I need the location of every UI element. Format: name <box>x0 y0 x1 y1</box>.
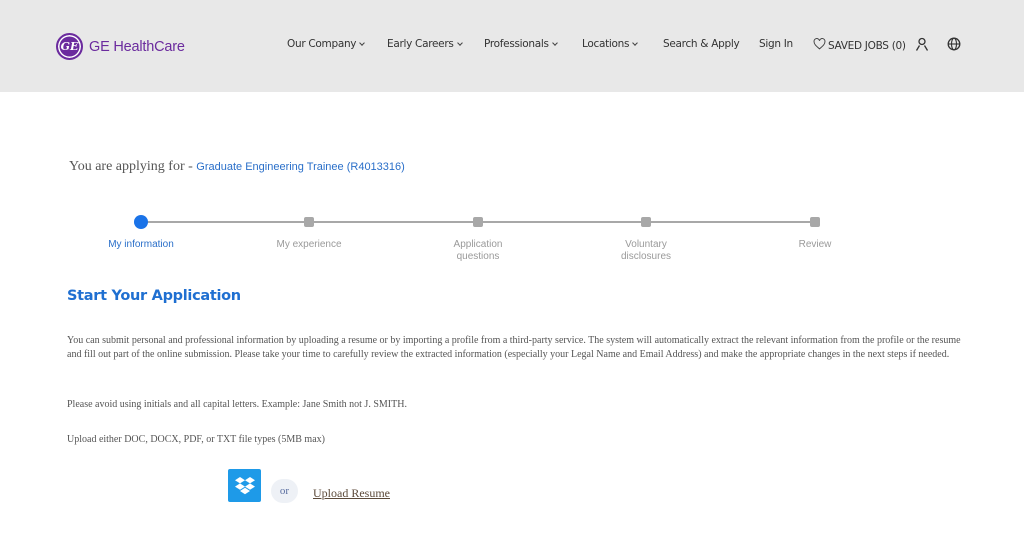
nav-early-careers[interactable]: Early Careers <box>387 38 463 50</box>
step-application-questions[interactable]: Application questions <box>418 239 538 263</box>
step-dot-voluntary-disclosures[interactable] <box>641 217 651 227</box>
site-header: GE GE HealthCare Our Company Early Caree… <box>0 0 1024 92</box>
step-label-line1: Voluntary <box>625 239 667 250</box>
step-dot-my-information[interactable] <box>134 215 148 229</box>
step-my-information[interactable]: My information <box>81 239 201 251</box>
step-label-line2: disclosures <box>620 251 672 262</box>
user-icon[interactable] <box>915 37 929 51</box>
step-voluntary-disclosures[interactable]: Voluntary disclosures <box>586 239 706 263</box>
dropbox-button[interactable] <box>228 469 261 502</box>
chevron-down-icon <box>456 39 463 46</box>
nav-sign-in[interactable]: Sign In <box>759 38 793 50</box>
nav-locations[interactable]: Locations <box>582 38 639 50</box>
nav-professionals[interactable]: Professionals <box>484 38 558 50</box>
application-stepper: My information My experience Application… <box>0 208 1024 268</box>
saved-jobs-label: SAVED JOBS (0) <box>828 39 906 52</box>
globe-icon[interactable] <box>947 37 961 51</box>
main-nav: Our Company Early Careers Professionals … <box>0 38 1024 56</box>
chevron-down-icon <box>359 39 366 46</box>
nav-label: Professionals <box>484 38 549 50</box>
step-label-line1: Application <box>453 239 503 250</box>
name-note: Please avoid using initials and all capi… <box>67 399 407 410</box>
upload-resume-link[interactable]: Upload Resume <box>313 486 390 501</box>
heart-icon <box>813 38 826 53</box>
file-types-note: Upload either DOC, DOCX, PDF, or TXT fil… <box>67 434 325 445</box>
step-dot-review[interactable] <box>810 217 820 227</box>
step-my-experience[interactable]: My experience <box>249 239 369 251</box>
nav-our-company[interactable]: Our Company <box>287 38 366 50</box>
step-label-line1: Review <box>798 239 832 250</box>
nav-label: Our Company <box>287 38 357 50</box>
dropbox-icon <box>234 476 255 494</box>
step-label-line1: My experience <box>276 239 342 250</box>
nav-label: Search & Apply <box>663 38 740 50</box>
step-dot-my-experience[interactable] <box>304 217 314 227</box>
step-dot-application-questions[interactable] <box>473 217 483 227</box>
job-title-link[interactable]: Graduate Engineering Trainee (R4013316) <box>196 161 405 173</box>
step-label-line2: questions <box>456 251 500 262</box>
saved-jobs-link[interactable]: SAVED JOBS (0) <box>813 38 906 53</box>
or-separator: or <box>271 479 298 503</box>
page-title: Start Your Application <box>67 288 241 304</box>
intro-text: You can submit personal and professional… <box>67 335 961 360</box>
step-review[interactable]: Review <box>755 239 875 251</box>
step-label-line1: My information <box>108 239 174 250</box>
nav-label: Locations <box>582 38 630 50</box>
chevron-down-icon <box>551 39 558 46</box>
applying-prefix: You are applying for - <box>69 159 197 174</box>
nav-search-apply[interactable]: Search & Apply <box>663 38 740 50</box>
applying-for: You are applying for - Graduate Engineer… <box>69 159 405 175</box>
chevron-down-icon <box>632 39 639 46</box>
nav-label: Early Careers <box>387 38 454 50</box>
nav-label: Sign In <box>759 38 793 50</box>
